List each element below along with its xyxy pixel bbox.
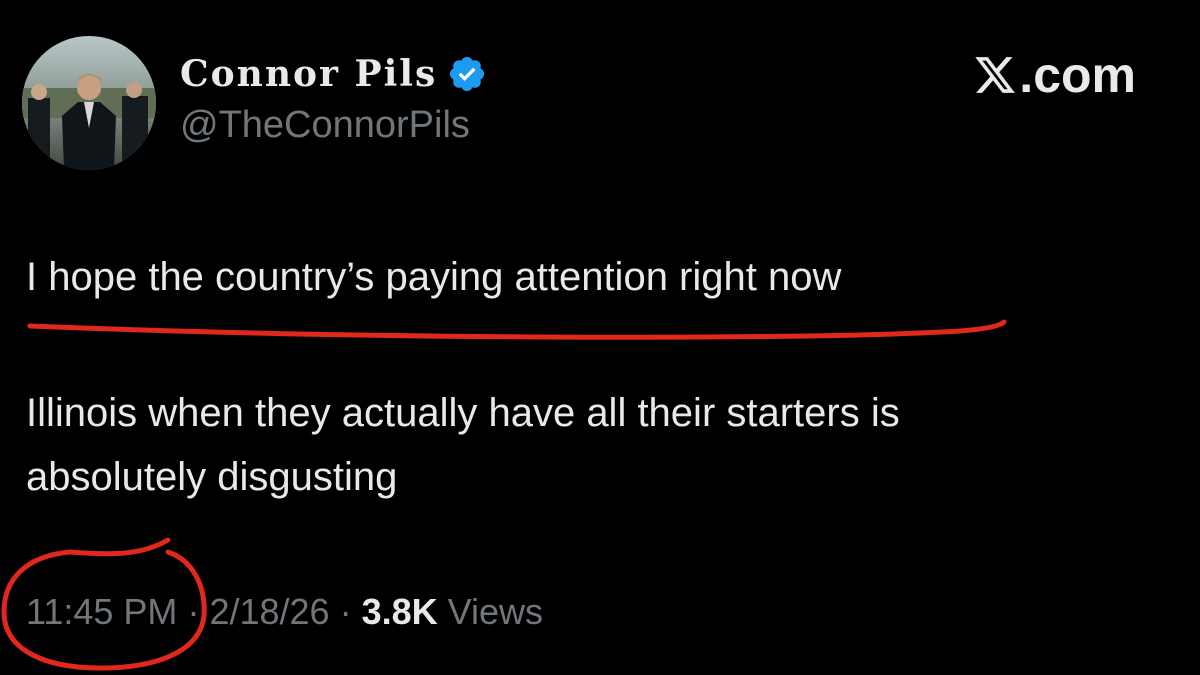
red-underline-annotation: [27, 319, 1007, 340]
tweet-text-line: I hope the country’s paying attention ri…: [26, 255, 842, 299]
tweet-text-line: absolutely disgusting: [26, 455, 398, 499]
views-label: Views: [447, 591, 544, 632]
avatar[interactable]: [22, 36, 156, 170]
author-display-name[interactable]: Connor Pils: [180, 56, 437, 92]
tweet-date[interactable]: 2/18/26: [209, 591, 329, 632]
avatar-photo: [22, 36, 156, 170]
author-name-row[interactable]: Connor Pils: [180, 48, 487, 100]
source-domain: .com: [1019, 47, 1136, 103]
x-logo-icon: [975, 57, 1016, 93]
tweet-text-line: Illinois when they actually have all the…: [26, 391, 900, 435]
verified-badge-icon: [450, 56, 485, 92]
meta-separator: ·: [187, 591, 200, 632]
meta-separator: ·: [339, 591, 352, 632]
tweet-meta: 11:45 PM · 2/18/26 · 3.8K Views: [26, 590, 543, 634]
source-label: .com: [973, 50, 1136, 100]
tweet-time[interactable]: 11:45 PM: [26, 591, 177, 632]
author-handle[interactable]: @TheConnorPils: [180, 106, 470, 144]
views-count[interactable]: 3.8K: [362, 591, 438, 632]
